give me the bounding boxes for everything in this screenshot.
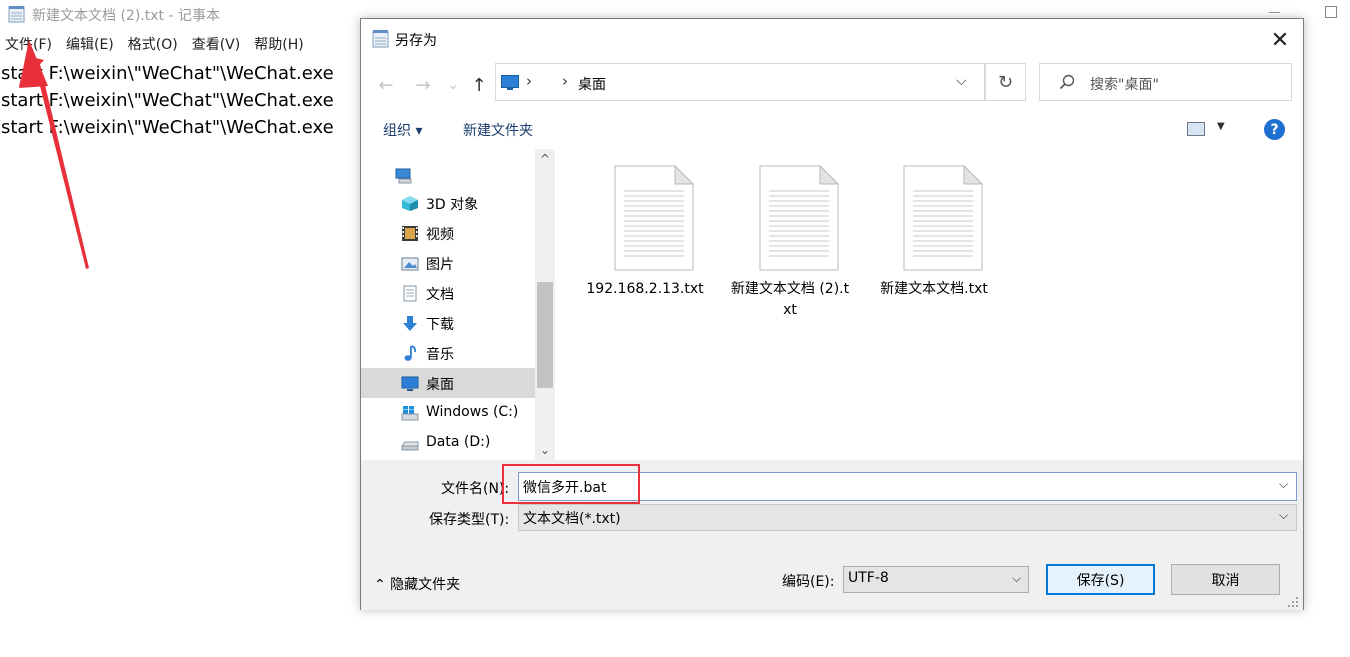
computer-icon [395, 168, 412, 184]
chevron-down-icon[interactable]: ⌵ [1279, 508, 1288, 523]
editor-line: start F:\weixin\"WeChat"\WeChat.exe [1, 90, 334, 111]
command-toolbar: 组织 ▾ 新建文件夹 ▼ ? [361, 112, 1303, 146]
breadcrumb-separator[interactable]: › [562, 72, 568, 90]
music-icon [404, 345, 417, 361]
chevron-down-icon[interactable]: ⌵ [1279, 477, 1288, 492]
new-folder-button[interactable]: 新建文件夹 [463, 120, 533, 140]
nav-item-label: Data (D:) [426, 434, 491, 450]
menu-view[interactable]: 查看(V) [188, 34, 245, 56]
nav-item-label: 下载 [426, 317, 454, 333]
documents-icon [403, 285, 417, 302]
nav-item-videos[interactable]: 视频 [361, 218, 535, 248]
chevron-down-icon[interactable]: ⌵ [1012, 571, 1021, 586]
windows-drive-icon [401, 406, 419, 421]
resize-grip-icon[interactable] [1287, 596, 1299, 608]
dialog-titlebar: 另存为 ✕ [361, 19, 1303, 59]
notepad-editor[interactable]: start F:\weixin\"WeChat"\WeChat.exe start… [1, 60, 334, 141]
filetype-label: 保存类型(T): [429, 512, 510, 528]
menu-help[interactable]: 帮助(H) [250, 34, 307, 56]
filename-label: 文件名(N): [441, 481, 510, 497]
menu-edit[interactable]: 编辑(E) [62, 34, 118, 56]
text-file-icon [903, 165, 983, 271]
organize-button[interactable]: 组织 ▾ [383, 120, 422, 140]
nav-item-label: 视频 [426, 227, 454, 243]
nav-item-downloads[interactable]: 下载 [361, 308, 535, 338]
editor-line: start F:\weixin\"WeChat"\WeChat.exe [1, 117, 334, 138]
forward-button[interactable]: → [411, 71, 435, 99]
chevron-down-icon[interactable]: ⌵ [956, 73, 967, 89]
encoding-value: UTF-8 [848, 570, 889, 586]
save-button[interactable]: 保存(S) [1046, 564, 1155, 595]
notepad-icon [8, 6, 25, 23]
file-name: 新建文本文档.txt [880, 281, 988, 297]
breadcrumb-separator[interactable]: › [526, 72, 532, 90]
search-input[interactable]: 搜索"桌面" [1039, 63, 1292, 101]
file-list: 192.168.2.13.txt 新建文本文档 (2).txt 新建文本文档.t… [556, 149, 1303, 460]
recent-locations-button[interactable]: ⌄ [445, 71, 461, 99]
help-button[interactable]: ? [1264, 119, 1285, 140]
text-file-icon [759, 165, 839, 271]
nav-item-label: 桌面 [426, 377, 454, 393]
filetype-value: 文本文档(*.txt) [523, 511, 621, 527]
maximize-button[interactable] [1325, 6, 1337, 18]
nav-item-3d-objects[interactable]: 3D 对象 [361, 188, 535, 218]
notepad-title: 新建文本文档 (2).txt - 记事本 [32, 8, 220, 24]
pictures-icon [401, 257, 419, 271]
back-button[interactable]: ← [374, 71, 398, 99]
nav-item-this-pc[interactable] [361, 157, 535, 187]
nav-item-desktop[interactable]: 桌面 [361, 368, 535, 398]
desktop-icon [401, 376, 419, 391]
up-button[interactable]: ↑ [467, 71, 491, 99]
scroll-down-button[interactable]: ⌄ [535, 440, 555, 460]
file-item[interactable]: 192.168.2.13.txt [585, 161, 705, 321]
menu-file[interactable]: 文件(F) [0, 34, 56, 56]
3d-objects-icon [402, 196, 418, 211]
navigation-scrollbar[interactable]: ^ ⌄ [535, 149, 555, 460]
dialog-title: 另存为 [395, 33, 437, 49]
file-item[interactable]: 新建文本文档 (2).txt [730, 161, 850, 321]
file-name: 192.168.2.13.txt [586, 281, 704, 297]
nav-item-documents[interactable]: 文档 [361, 278, 535, 308]
cancel-button[interactable]: 取消 [1171, 564, 1280, 595]
video-icon [402, 226, 418, 241]
nav-item-music[interactable]: 音乐 [361, 338, 535, 368]
nav-item-pictures[interactable]: 图片 [361, 248, 535, 278]
annotation-highlight-box [502, 464, 640, 504]
scroll-up-button[interactable]: ^ [535, 149, 555, 169]
search-icon [1059, 74, 1075, 90]
nav-item-label: 音乐 [426, 347, 454, 363]
minimize-button[interactable] [1268, 5, 1282, 19]
close-button[interactable]: ✕ [1267, 27, 1293, 53]
save-options-panel: 文件名(N): 微信多开.bat ⌵ 保存类型(T): 文本文档(*.txt) … [361, 460, 1303, 610]
drive-icon [401, 441, 419, 451]
save-as-dialog: 另存为 ✕ ← → ⌄ ↑ › › 桌面 ⌵ ↻ 搜索"桌面" 组织 ▾ 新建文… [360, 18, 1304, 610]
nav-item-windows-c[interactable]: Windows (C:) [361, 398, 535, 428]
nav-item-data-d[interactable]: Data (D:) [361, 428, 535, 458]
encoding-select[interactable]: UTF-8 ⌵ [843, 566, 1029, 593]
downloads-icon [403, 316, 417, 331]
view-options-icon[interactable] [1187, 122, 1205, 136]
desktop-icon [501, 75, 519, 90]
editor-line: start F:\weixin\"WeChat"\WeChat.exe [1, 63, 334, 84]
chevron-down-icon[interactable]: ▼ [1217, 121, 1225, 132]
scroll-thumb[interactable] [537, 282, 553, 388]
nav-item-label: 3D 对象 [426, 197, 479, 213]
navigation-pane: 3D 对象 视频 图片 文档 下载 音乐 桌面 Windows (C:) Dat… [361, 149, 555, 460]
file-item[interactable]: 新建文本文档.txt [874, 161, 994, 321]
nav-item-label: 文档 [426, 287, 454, 303]
menu-format[interactable]: 格式(O) [124, 34, 182, 56]
hide-folders-toggle[interactable]: ⌃ 隐藏文件夹 [374, 574, 460, 594]
search-placeholder: 搜索"桌面" [1090, 77, 1159, 93]
file-name: 新建文本文档 (2).txt [730, 281, 850, 318]
address-bar[interactable]: › › 桌面 ⌵ [495, 63, 985, 101]
nav-item-label: Windows (C:) [426, 404, 519, 420]
text-file-icon [614, 165, 694, 271]
notepad-menubar: 文件(F) 编辑(E) 格式(O) 查看(V) 帮助(H) [0, 34, 314, 56]
notepad-icon [372, 30, 389, 48]
breadcrumb-desktop[interactable]: 桌面 [578, 74, 606, 94]
encoding-label: 编码(E): [782, 574, 835, 590]
filetype-select[interactable]: 文本文档(*.txt) ⌵ [518, 504, 1297, 531]
refresh-button[interactable]: ↻ [985, 63, 1026, 101]
nav-item-label: 图片 [426, 257, 454, 273]
